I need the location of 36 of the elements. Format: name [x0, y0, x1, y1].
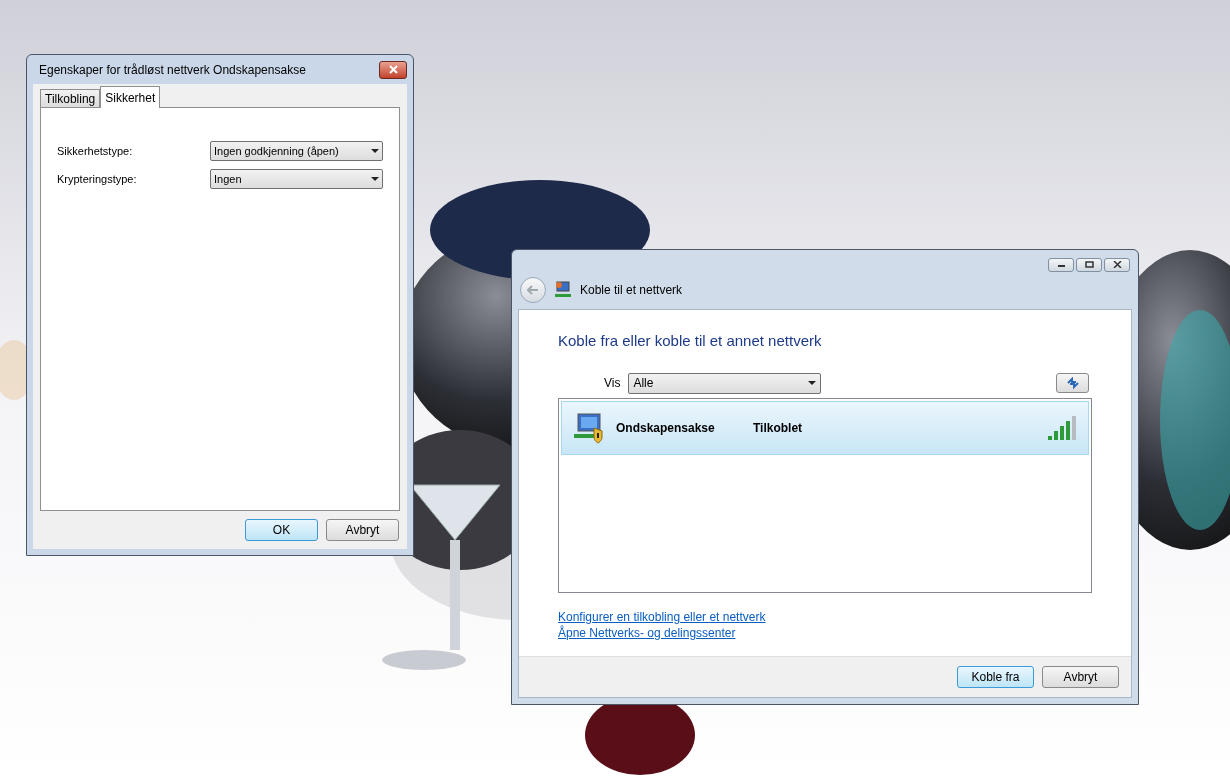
link[interactable]: Konfigurer en tilkobling eller et nettverk: [558, 608, 766, 625]
refresh-arrows-icon: [1065, 377, 1080, 389]
network-row[interactable]: Ondskapensakse Tilkoblet: [561, 400, 1089, 455]
dropdown[interactable]: Ingen: [210, 169, 383, 189]
window-title: Koble til et nettverk: [580, 282, 683, 299]
close-button[interactable]: [379, 60, 407, 79]
back-arrow-icon: [527, 285, 539, 295]
network-status: Tilkoblet: [753, 419, 804, 437]
window-control-button[interactable]: [1104, 257, 1130, 272]
dialog-button[interactable]: Koble fra: [957, 666, 1034, 688]
window-control-button[interactable]: [1076, 257, 1102, 272]
network-computer-icon: [572, 411, 606, 444]
link[interactable]: Åpne Nettverks- og delingssenter: [558, 624, 736, 641]
window-control-button[interactable]: [1048, 257, 1074, 272]
field-label: Sikkerhetstype:: [57, 143, 133, 159]
dropdown-caret-icon: [808, 381, 817, 385]
page-heading: Koble fra eller koble til et annet nettverk: [558, 331, 823, 351]
network-icon: [554, 281, 572, 299]
dialog-button[interactable]: Avbryt: [1042, 666, 1119, 688]
refresh-button[interactable]: [1056, 373, 1089, 393]
network-name: Ondskapensakse: [616, 419, 716, 437]
signal-bars-icon: [1048, 415, 1078, 440]
tab[interactable]: Sikkerhet: [100, 86, 161, 108]
dropdown[interactable]: Alle: [628, 372, 822, 394]
field-label: Krypteringstype:: [57, 171, 137, 187]
close-icon: [388, 65, 398, 74]
dropdown-caret-icon: [371, 177, 379, 181]
dropdown[interactable]: Ingen godkjenning (åpen): [210, 141, 383, 161]
dialog-button[interactable]: OK: [245, 519, 318, 541]
maximize-icon: [1084, 261, 1094, 268]
filter-label: Vis: [604, 375, 621, 392]
close-icon: [1112, 261, 1122, 268]
dialog-button[interactable]: Avbryt: [326, 519, 399, 541]
window-title: Egenskaper for trådløst nettverk Ondskapensakse: [39, 61, 306, 79]
tab[interactable]: Tilkobling: [40, 89, 101, 107]
dropdown-caret-icon: [371, 149, 379, 153]
